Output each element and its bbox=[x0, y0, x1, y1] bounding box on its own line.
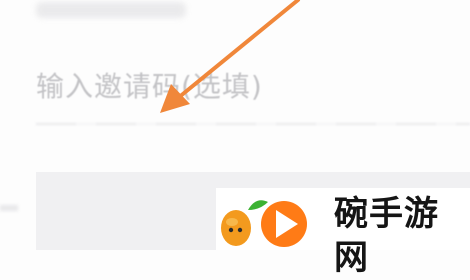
watermark-text: 碗手游网 bbox=[334, 194, 439, 278]
blurred-top-text bbox=[36, 2, 186, 18]
play-logo-icon bbox=[261, 201, 307, 247]
site-watermark: 碗手游网 bbox=[216, 188, 470, 278]
left-edge-mark bbox=[0, 205, 18, 211]
invite-code-input[interactable]: 输入邀请码(选填) bbox=[0, 55, 470, 125]
input-underline bbox=[36, 123, 470, 125]
invite-code-placeholder: 输入邀请码(选填) bbox=[36, 70, 263, 103]
